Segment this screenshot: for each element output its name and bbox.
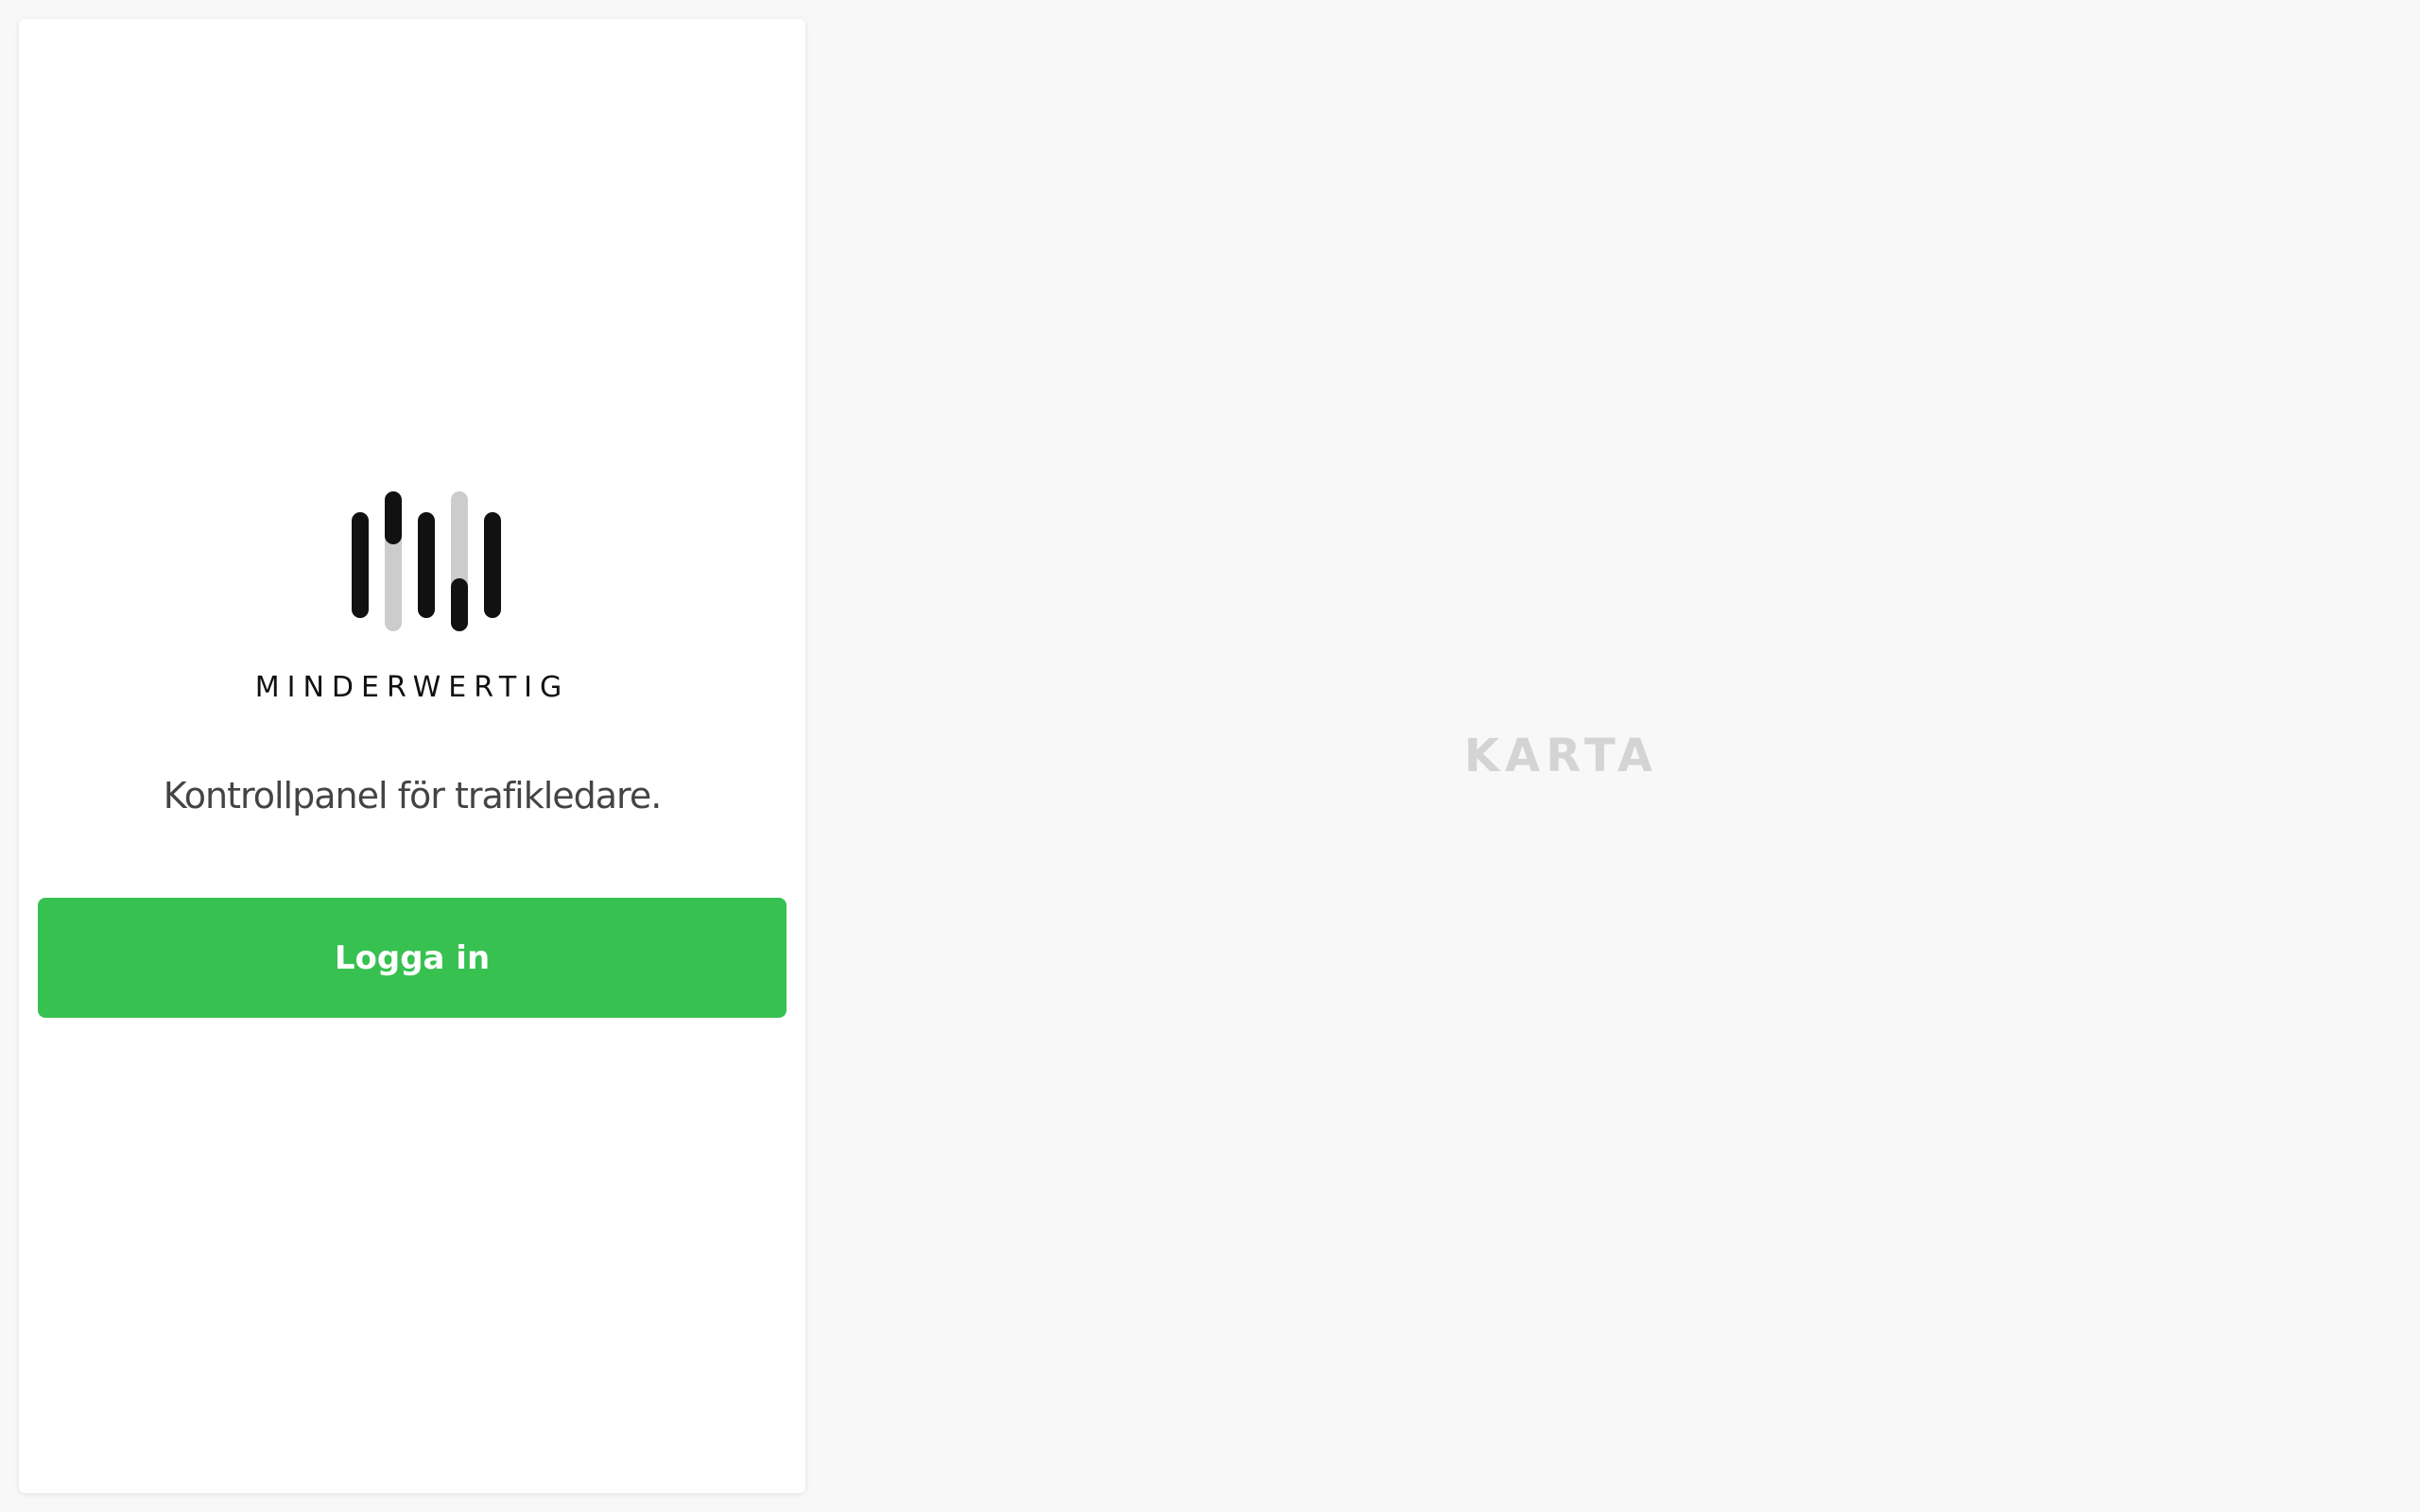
login-panel: MINDERWERTIG Kontrollpanel för trafikled… bbox=[19, 19, 805, 1493]
equalizer-bars-logo-icon bbox=[352, 491, 501, 631]
brand-name: MINDERWERTIG bbox=[254, 671, 570, 704]
tagline: Kontrollpanel för trafikledare. bbox=[163, 775, 663, 816]
login-button[interactable]: Logga in bbox=[38, 898, 786, 1018]
map-placeholder-label: KARTA bbox=[1463, 730, 1659, 782]
map-area[interactable]: KARTA bbox=[822, 0, 2420, 1512]
app-root: MINDERWERTIG Kontrollpanel för trafikled… bbox=[0, 0, 2420, 1512]
